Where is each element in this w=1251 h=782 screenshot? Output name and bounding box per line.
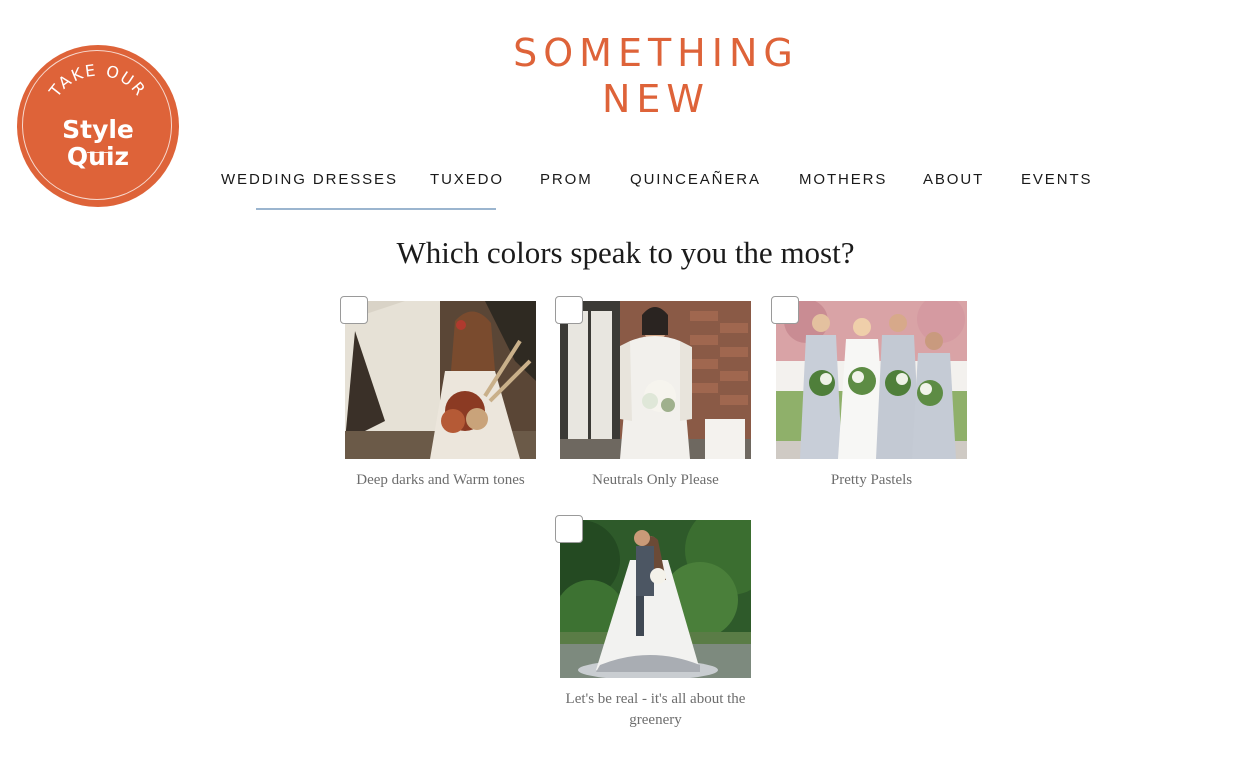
option-checkbox[interactable] — [555, 296, 583, 324]
nav-item-prom[interactable]: PROM — [540, 171, 593, 188]
nav-item-about[interactable]: ABOUT — [923, 171, 984, 188]
couple-greenery-photo — [560, 520, 751, 678]
option-label: Deep darks and Warm tones — [356, 472, 525, 488]
option-checkbox[interactable] — [555, 515, 583, 543]
option-label: Let's be real - it's all about the green… — [565, 691, 746, 728]
logo-line2: NEW — [601, 77, 710, 121]
nav-active-underline — [256, 208, 496, 210]
bridesmaids-pastel-photo — [776, 301, 967, 459]
site-logo[interactable]: SOMETHING NEW — [480, 30, 832, 122]
badge-line1: Style — [62, 115, 134, 144]
option-label: Neutrals Only Please — [592, 472, 719, 488]
main-nav: WEDDING DRESSES TUXEDO PROM QUINCEAÑERA … — [0, 171, 1251, 191]
nav-item-wedding-dresses[interactable]: WEDDING DRESSES — [221, 171, 398, 188]
badge-line2: Quiz — [66, 142, 130, 171]
logo-line1: SOMETHING — [513, 31, 799, 75]
nav-item-events[interactable]: EVENTS — [1021, 171, 1092, 188]
nav-item-mothers[interactable]: MOTHERS — [799, 171, 887, 188]
option-label: Pretty Pastels — [830, 472, 913, 488]
nav-item-quinceanera[interactable]: QUINCEAÑERA — [630, 171, 761, 188]
nav-item-tuxedo[interactable]: TUXEDO — [430, 171, 504, 188]
option-checkbox[interactable] — [771, 296, 799, 324]
option-checkbox[interactable] — [340, 296, 368, 324]
bride-boho-warm-photo — [345, 301, 536, 459]
svg-text:TAKE OUR: TAKE OUR — [45, 60, 151, 101]
quiz-question: Which colors speak to you the most? — [396, 235, 855, 270]
badge-top-text: TAKE OUR — [45, 60, 149, 101]
bride-neutral-photo — [560, 301, 751, 459]
